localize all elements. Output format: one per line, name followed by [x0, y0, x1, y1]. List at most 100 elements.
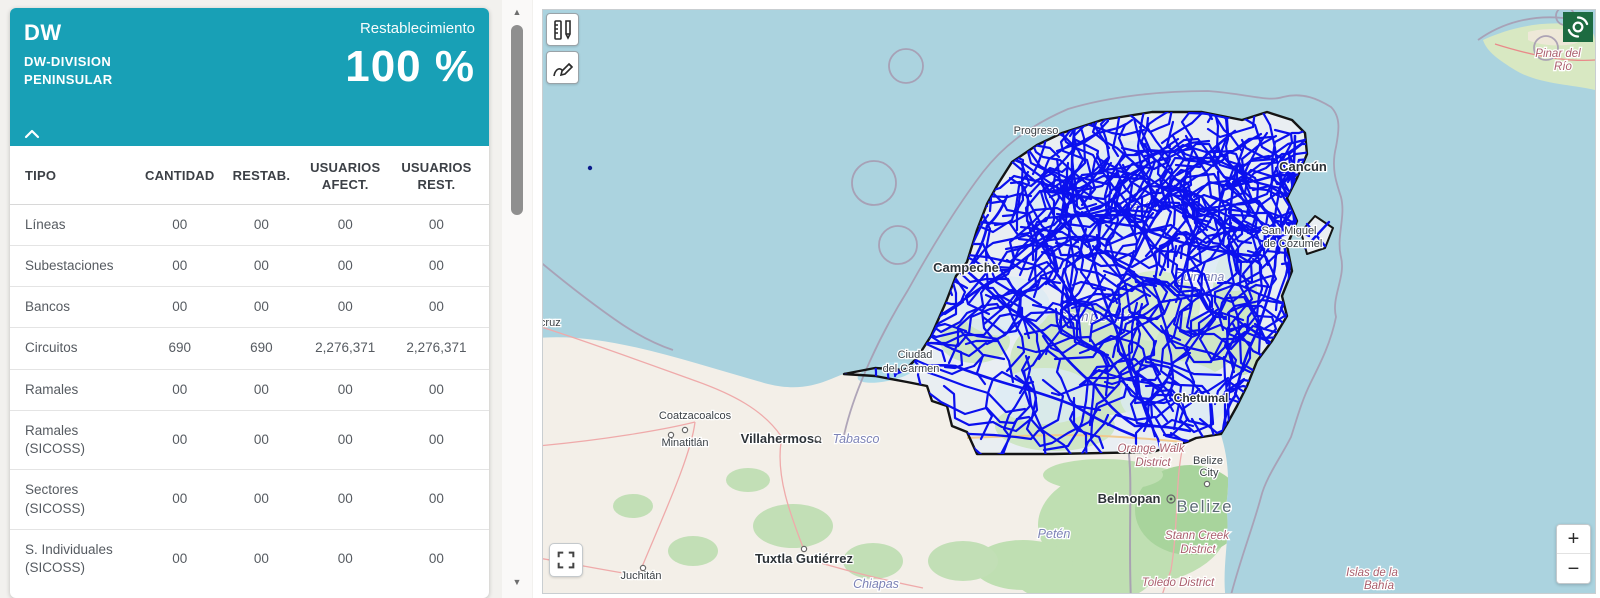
division-header: DW DW-DIVISION PENINSULAR Restablecimien…: [10, 8, 489, 146]
map-label: Belize: [1177, 498, 1234, 516]
cell-value: 00: [137, 529, 222, 588]
table-row: Bancos0000000000: [10, 287, 489, 328]
cell-tipo: Ramales: [10, 369, 137, 410]
map-label: Tuxtla Gutiérrez: [755, 551, 854, 566]
cell-tipo: Líneas: [10, 204, 137, 245]
map-label: Río: [1554, 61, 1573, 73]
map-label: Ciudad: [898, 349, 933, 361]
cell-value: 690: [222, 328, 301, 369]
cell-value: 690: [137, 328, 222, 369]
cell-value: 00: [483, 328, 489, 369]
table-row: S. Individuales (SICOSS)0000000000: [10, 529, 489, 588]
restoration-table-body: Líneas0000000000Subestaciones0000000000B…: [10, 204, 489, 588]
cell-value: 00: [137, 204, 222, 245]
cell-value: 00: [483, 246, 489, 287]
city-marker: [682, 427, 687, 432]
table-row: Subestaciones0000000000: [10, 246, 489, 287]
restoration-percentage: 100 %: [345, 45, 475, 89]
cell-tipo: Bancos: [10, 287, 137, 328]
cell-value: 00: [301, 287, 390, 328]
collapse-chevron-icon[interactable]: [24, 129, 40, 139]
cell-value: 00: [222, 287, 301, 328]
cell-value: 00: [222, 204, 301, 245]
map-label: District: [1135, 457, 1171, 469]
cell-value: 00: [301, 246, 390, 287]
cell-value: 00: [301, 410, 390, 469]
capital-marker-dot: [1170, 498, 1173, 501]
map-label: de Cozumel: [1264, 238, 1323, 250]
city-marker: [815, 436, 820, 441]
map-canvas[interactable]: TabascoChiapasPeténQuintanaRooYucatánCam…: [543, 10, 1595, 593]
zoom-out-button[interactable]: −: [1557, 554, 1590, 583]
cell-value: 00: [390, 369, 483, 410]
division-card: DW DW-DIVISION PENINSULAR Restablecimien…: [10, 8, 489, 598]
cell-value: 00: [222, 369, 301, 410]
cell-value: 00: [483, 287, 489, 328]
city-marker: [801, 546, 806, 551]
table-row: Líneas0000000000: [10, 204, 489, 245]
map-toolbar: [546, 13, 579, 84]
map-label: Campeche: [933, 260, 999, 275]
city-marker: [668, 432, 673, 437]
cell-value: 00: [483, 369, 489, 410]
fullscreen-icon: [555, 549, 577, 571]
cell-tipo: Circuitos: [10, 328, 137, 369]
scroll-up-arrow-icon[interactable]: ▲: [502, 7, 532, 17]
cell-value: 00: [483, 470, 489, 529]
cell-value: 00: [390, 410, 483, 469]
map-label: Villahermosa: [741, 431, 822, 446]
cell-value: 00: [390, 204, 483, 245]
column-header: USUARIOS REST.: [390, 146, 483, 204]
cell-value: 00: [483, 529, 489, 588]
scrollbar-thumb[interactable]: [511, 25, 523, 215]
cell-value: 00: [137, 470, 222, 529]
scroll-down-arrow-icon[interactable]: ▼: [502, 577, 532, 587]
map-label: City: [1200, 467, 1219, 479]
city-marker: [640, 565, 645, 570]
draw-tool-button[interactable]: [546, 51, 579, 84]
cell-value: 2,276,371: [301, 328, 390, 369]
column-header: USUARIOS AFECT.: [301, 146, 390, 204]
map-label: Coatzacoalcos: [659, 410, 732, 422]
cell-tipo: Sectores (SICOSS): [10, 470, 137, 529]
map-label: San Miguel: [1261, 225, 1316, 237]
map-label: Minatitlán: [661, 437, 708, 449]
restoration-table-wrap: TIPOCANTIDADRESTAB.USUARIOS AFECT.USUARI…: [10, 146, 489, 588]
cell-value: 00: [222, 410, 301, 469]
cell-value: 00: [137, 369, 222, 410]
sea-point: [588, 166, 592, 170]
city-marker: [1204, 481, 1209, 486]
cell-value: 00: [222, 470, 301, 529]
table-row: Ramales0000000000: [10, 369, 489, 410]
cell-value: 00: [222, 246, 301, 287]
map-label: Veracruz: [543, 317, 561, 329]
cell-value: 00: [301, 204, 390, 245]
map-label: Bahía: [1364, 580, 1394, 592]
map-label: Progreso: [1014, 125, 1059, 137]
restoration-table: TIPOCANTIDADRESTAB.USUARIOS AFECT.USUARI…: [10, 146, 489, 588]
map-panel: TabascoChiapasPeténQuintanaRooYucatánCam…: [542, 9, 1596, 594]
zoom-in-button[interactable]: +: [1557, 525, 1590, 554]
table-row: Circuitos6906902,276,3712,276,37100: [10, 328, 489, 369]
cyclone-icon: [1565, 14, 1591, 40]
cell-value: 00: [301, 529, 390, 588]
panel-scrollbar[interactable]: ▲ ▼: [502, 0, 532, 598]
measure-tool-button[interactable]: [546, 13, 579, 46]
cyclone-logo-button[interactable]: [1563, 12, 1593, 42]
map-label: Juchitán: [621, 570, 662, 582]
cell-value: 00: [222, 529, 301, 588]
table-row: Ramales (SICOSS)0000000000: [10, 410, 489, 469]
map-label: Belmopan: [1098, 491, 1161, 506]
cell-value: 00: [137, 246, 222, 287]
column-header: USUARIOS PEND.: [483, 146, 489, 204]
map-label: del Carmen: [883, 363, 940, 375]
cell-value: 00: [301, 470, 390, 529]
table-row: Sectores (SICOSS)0000000000: [10, 470, 489, 529]
map-label: Toledo District: [1142, 577, 1215, 589]
table-header-row: TIPOCANTIDADRESTAB.USUARIOS AFECT.USUARI…: [10, 146, 489, 204]
cell-value: 00: [390, 287, 483, 328]
map-label: Islas de la: [1346, 567, 1398, 579]
column-header: CANTIDAD: [137, 146, 222, 204]
fullscreen-button[interactable]: [549, 543, 583, 577]
ruler-pencil-icon: [551, 18, 575, 42]
